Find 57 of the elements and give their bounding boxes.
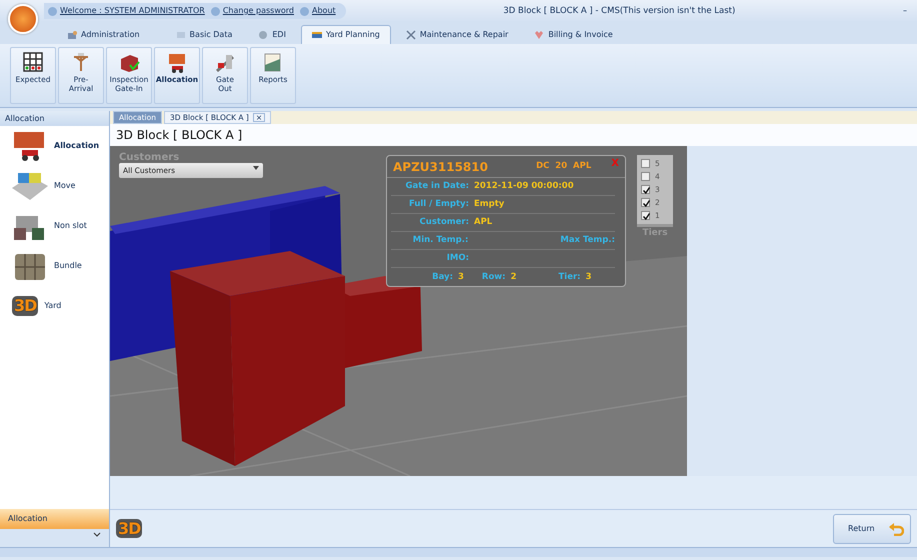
checkbox[interactable] <box>641 185 650 194</box>
header-link[interactable]: Welcome : SYSTEM ADMINISTRATOR <box>48 5 205 17</box>
tab-icon <box>67 30 77 40</box>
field-label: IMO: <box>446 252 469 265</box>
field-value: 3 <box>586 270 592 284</box>
field-label: Gate in Date: <box>404 180 469 193</box>
sidebar-item[interactable]: Bundle <box>0 246 109 286</box>
container-truck-icon <box>166 51 188 73</box>
checkbox[interactable] <box>641 159 650 168</box>
chevron-icon <box>93 530 101 539</box>
header-link[interactable]: Change password <box>210 5 294 17</box>
tab-icon <box>406 30 416 40</box>
checkbox[interactable] <box>641 198 650 207</box>
return-button[interactable]: Return <box>833 514 911 544</box>
field-value: 3 <box>458 270 464 284</box>
checkbox[interactable] <box>641 211 650 220</box>
field-label: Bay: <box>431 270 453 284</box>
field-value: Empty <box>474 198 504 211</box>
tab-icon <box>176 30 186 40</box>
sidebar-item[interactable]: 3D Yard <box>0 286 109 326</box>
yard-3d-logo: 3D <box>116 518 142 538</box>
field-label: Full / Empty: <box>408 198 469 211</box>
app-menu-button[interactable] <box>8 4 38 34</box>
checkbox[interactable] <box>641 172 650 181</box>
blocks-icon <box>12 170 48 202</box>
field-label: Max Temp.: <box>560 234 615 247</box>
field-value: 2012-11-09 00:00:00 <box>474 180 574 193</box>
container-type: DC 20 APL <box>536 160 592 173</box>
grid-icon <box>22 51 44 73</box>
field-label: Tier: <box>558 270 581 284</box>
panel-header: Allocation <box>0 111 109 126</box>
window-title: 3D Block [ BLOCK A ] - CMS(This version isn't the Last) <box>502 4 736 18</box>
yard-3d-logo: 3D <box>12 296 38 316</box>
field-label: Min. Temp.: <box>412 234 468 247</box>
sidebar-item[interactable]: Non slot <box>0 206 109 246</box>
menu-tab[interactable]: Administration <box>56 25 151 44</box>
field-value: APL <box>474 216 492 229</box>
sidebar-item[interactable]: Allocation <box>0 126 109 166</box>
sidebar-item[interactable]: Move <box>0 166 109 206</box>
container-number: APZU3115810 <box>393 158 488 176</box>
minimize-button[interactable]: – <box>893 5 917 17</box>
tab-icon <box>534 30 544 40</box>
tab-icon <box>258 30 268 40</box>
caret-icon <box>253 165 259 171</box>
return-arrow-icon <box>888 522 904 536</box>
field-label: Row: <box>482 270 506 284</box>
tab-icon <box>312 30 322 40</box>
field-value: 2 <box>510 270 516 284</box>
menu-tab[interactable]: Billing & Invoice <box>523 25 624 44</box>
menu-tab[interactable]: Maintenance & Repair <box>394 25 520 44</box>
field-label: Customer: <box>418 216 469 229</box>
menu-tab[interactable]: Basic Data <box>164 25 244 44</box>
panel-footer-tab[interactable]: Allocation <box>0 509 109 529</box>
page-title: 3D Block [ BLOCK A ] <box>116 128 242 142</box>
header-link[interactable]: About <box>300 5 336 17</box>
menu-tab[interactable]: EDI <box>247 25 297 44</box>
menu-tab[interactable]: Yard Planning <box>300 25 391 44</box>
